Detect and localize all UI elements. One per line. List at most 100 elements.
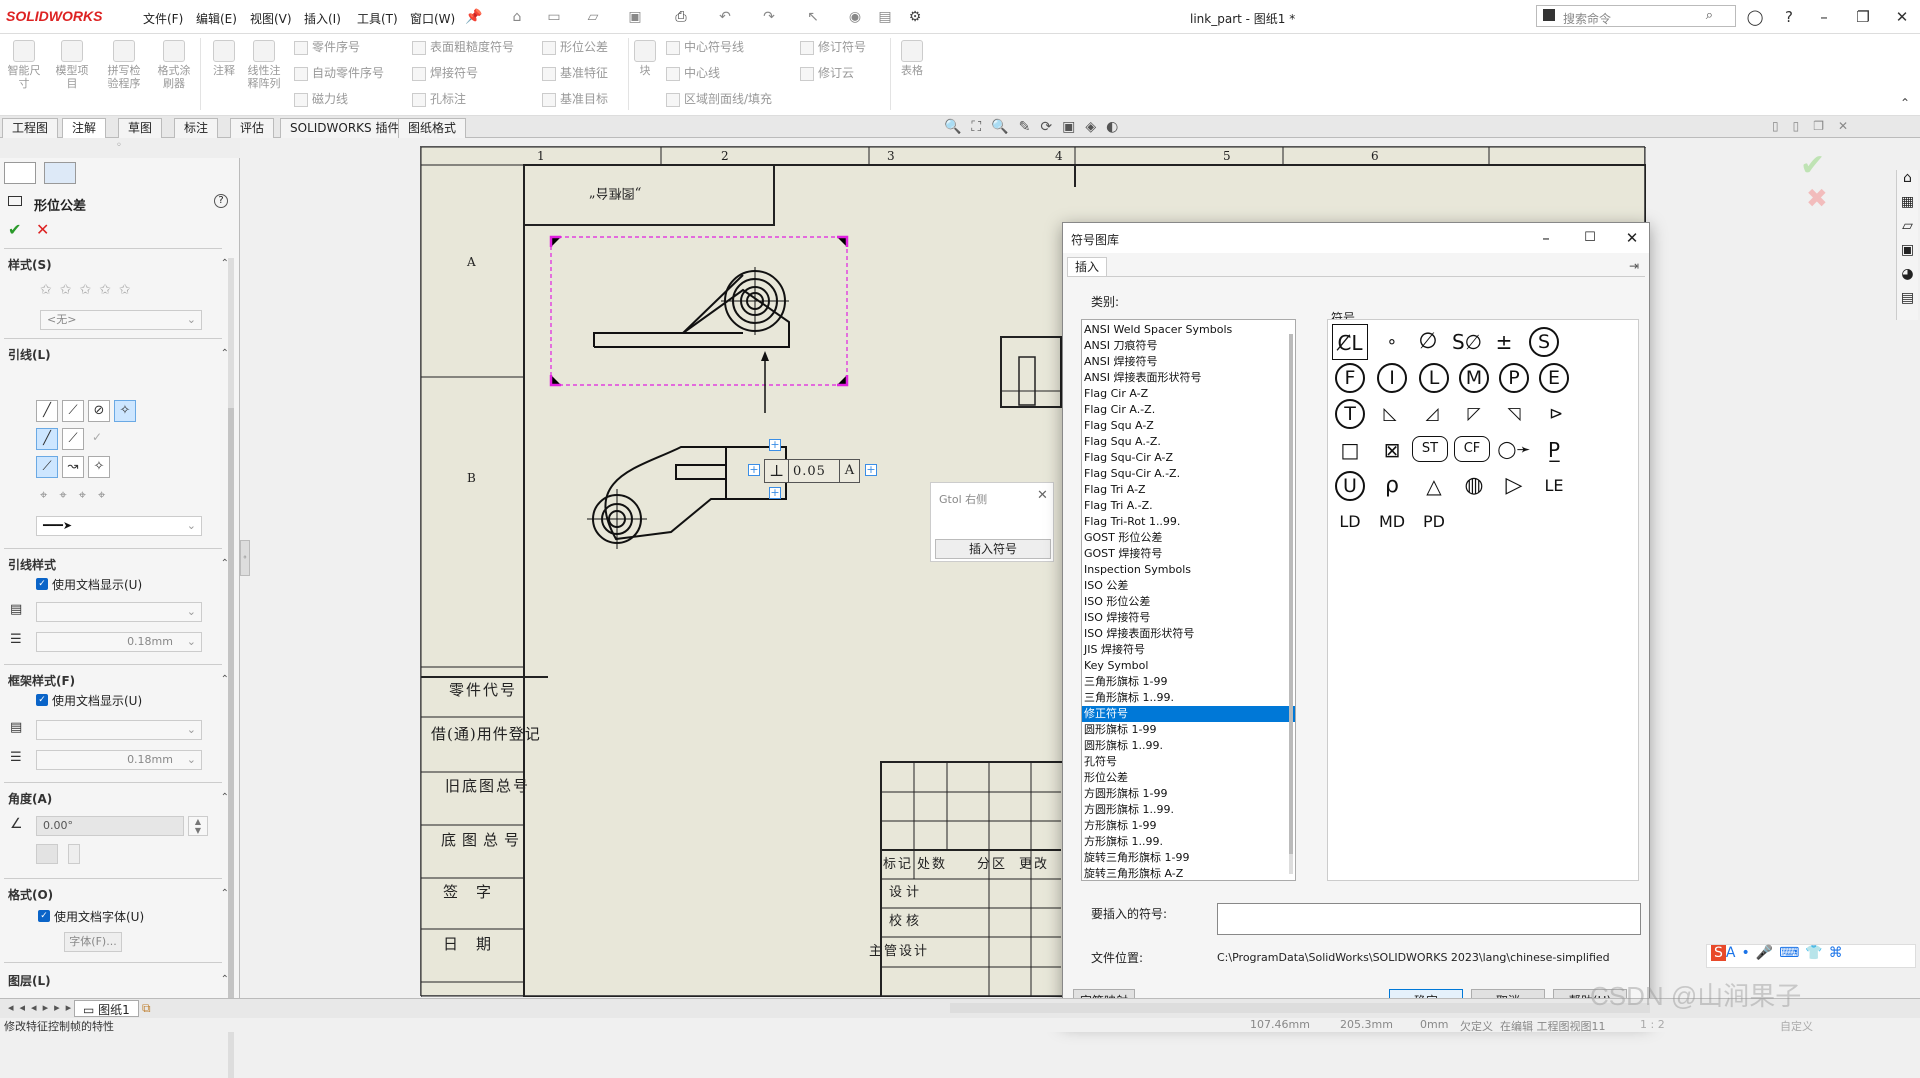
confirm-corner-check-icon[interactable]: ✔ bbox=[1800, 148, 1825, 183]
category-list[interactable]: ANSI Weld Spacer Symbols ANSI 刀痕符号 ANSI 焊接… bbox=[1081, 319, 1296, 881]
tab-drawing[interactable]: 工程图 bbox=[2, 118, 59, 138]
close-icon[interactable]: ✕ bbox=[1892, 7, 1912, 27]
category-list-item[interactable]: 方圆形旗标 1-99 bbox=[1082, 786, 1295, 802]
category-list-item[interactable]: ISO 公差 bbox=[1082, 578, 1295, 594]
panel-grip-icon[interactable]: ◦ bbox=[116, 140, 122, 151]
category-list-item[interactable]: Flag Tri A-Z bbox=[1082, 482, 1295, 498]
category-list-item[interactable]: Key Symbol bbox=[1082, 658, 1295, 674]
file-explorer-icon[interactable]: ▱ bbox=[1897, 218, 1918, 242]
centerline-symbol-icon[interactable]: C̸L bbox=[1332, 324, 1368, 360]
centerline-button[interactable]: 中心线 bbox=[666, 64, 772, 82]
line-thickness-dropdown[interactable]: 0.18mm ⌄ bbox=[36, 632, 202, 652]
leader-left-icon[interactable]: ╱ bbox=[36, 428, 58, 450]
format-painter-button[interactable]: 格式涂刷器 bbox=[154, 40, 194, 90]
category-list-item[interactable]: ISO 焊接符号 bbox=[1082, 610, 1295, 626]
dialog-minimize-icon[interactable]: – bbox=[1533, 227, 1559, 249]
ok-check-icon[interactable]: ✔ bbox=[8, 220, 21, 239]
close-icon[interactable]: ✕ bbox=[1037, 488, 1048, 503]
taper-left-icon[interactable]: ◿ bbox=[1412, 396, 1452, 432]
menu-view[interactable]: 视图(V) bbox=[250, 10, 292, 27]
degree-symbol[interactable]: ∘ bbox=[1374, 324, 1410, 360]
add-frame-bottom-icon[interactable]: + bbox=[769, 487, 781, 499]
circled-i-symbol[interactable]: I bbox=[1374, 360, 1410, 396]
tab-sheet-format[interactable]: 图纸格式 bbox=[398, 118, 467, 138]
geometric-tolerance-button[interactable]: 形位公差 bbox=[542, 38, 608, 56]
category-list-item[interactable]: 方形旗标 1..99. bbox=[1082, 834, 1295, 850]
dialog-close-icon[interactable]: ✕ bbox=[1619, 227, 1645, 249]
diameter-symbol[interactable]: ∅ bbox=[1410, 324, 1446, 360]
conical-taper-icon[interactable]: ⊳ bbox=[1536, 396, 1576, 432]
tab-addins[interactable]: SOLIDWORKS 插件 bbox=[280, 118, 410, 138]
search-icon[interactable]: ⌕ bbox=[1706, 8, 1713, 23]
center-mark-button[interactable]: 中心符号线 bbox=[666, 38, 772, 56]
tab-evaluate[interactable]: 评估 bbox=[230, 118, 275, 138]
rotate-horizontal-icon[interactable] bbox=[36, 844, 58, 864]
weld-symbol-button[interactable]: 焊接符号 bbox=[412, 64, 514, 82]
category-list-item[interactable]: 形位公差 bbox=[1082, 770, 1295, 786]
category-list-item[interactable]: Flag Tri A.-Z. bbox=[1082, 498, 1295, 514]
save-icon[interactable]: ▣ bbox=[626, 8, 644, 26]
gtol-frame[interactable]: ⊥ 0.05 A bbox=[764, 459, 860, 483]
category-list-item[interactable]: 圆形旗标 1..99. bbox=[1082, 738, 1295, 754]
circled-l-symbol[interactable]: L bbox=[1416, 360, 1452, 396]
line-style-dropdown[interactable]: ⌄ bbox=[36, 602, 202, 622]
insert-symbol-button[interactable]: 插入符号 bbox=[935, 539, 1051, 559]
blocks-button[interactable]: 块 bbox=[630, 40, 660, 77]
heads-up-view-toolbar[interactable]: 🔍⛶🔍✎⟳▣◈◐ bbox=[944, 119, 1128, 135]
help-icon[interactable]: ? bbox=[1779, 7, 1799, 27]
leader-auto-icon[interactable]: ✧ bbox=[114, 400, 136, 422]
help-circle-icon[interactable]: ? bbox=[214, 194, 228, 208]
search-input[interactable]: 搜索命令 ⌕ bbox=[1536, 5, 1736, 27]
area-hatch-button[interactable]: 区域剖面线/填充 bbox=[666, 90, 772, 108]
circled-s-symbol[interactable]: S bbox=[1526, 324, 1562, 360]
category-scrollbar[interactable] bbox=[1289, 334, 1293, 874]
rebuild-icon[interactable]: ◉ bbox=[846, 8, 864, 26]
category-list-item[interactable]: ANSI 刀痕符号 bbox=[1082, 338, 1295, 354]
taper-right-icon[interactable]: ◺ bbox=[1370, 396, 1410, 432]
sheet-nav-arrows[interactable]: ◂◂◂▸▸▸ bbox=[8, 1001, 77, 1014]
spell-check-button[interactable]: 拼写检验程序 bbox=[104, 40, 144, 90]
plus-minus-symbol[interactable]: ± bbox=[1486, 324, 1522, 360]
category-list-item[interactable]: 旋转三角形旗标 A-Z bbox=[1082, 866, 1295, 880]
model-items-button[interactable]: 模型项目 bbox=[52, 40, 92, 90]
leader-spline-icon[interactable]: ↝ bbox=[62, 456, 84, 478]
category-list-item[interactable]: GOST 焊接符号 bbox=[1082, 546, 1295, 562]
category-list-item[interactable]: 孔符号 bbox=[1082, 754, 1295, 770]
ime-toolbar[interactable]: S A•🎤⌨👕⌘ bbox=[1706, 944, 1916, 968]
category-list-item[interactable]: Flag Squ-Cir A-Z bbox=[1082, 450, 1295, 466]
category-list-item[interactable]: ANSI Weld Spacer Symbols bbox=[1082, 322, 1295, 338]
category-list-item[interactable]: 圆形旗标 1-99 bbox=[1082, 722, 1295, 738]
hole-callout-button[interactable]: 孔标注 bbox=[412, 90, 514, 108]
confirm-corner-x-icon[interactable]: ✖ bbox=[1806, 184, 1828, 214]
menu-tools[interactable]: 工具(T) bbox=[357, 10, 398, 27]
category-list-item[interactable]: ISO 焊接表面形状符号 bbox=[1082, 626, 1295, 642]
appearances-icon[interactable]: ◕ bbox=[1897, 266, 1918, 290]
select-icon[interactable]: ↖ bbox=[804, 8, 822, 26]
ld-symbol[interactable]: LD bbox=[1332, 504, 1368, 540]
revision-cloud-button[interactable]: 修订云 bbox=[800, 64, 866, 82]
property-manager-tab[interactable] bbox=[44, 162, 76, 184]
datum-target-button[interactable]: 基准目标 bbox=[542, 90, 608, 108]
angle-section-header[interactable]: 角度(A) bbox=[8, 790, 52, 807]
tab-insert[interactable]: 插入 bbox=[1067, 257, 1107, 277]
tab-sketch[interactable]: 草图 bbox=[118, 118, 163, 138]
smart-dimension-button[interactable]: 智能尺寸 bbox=[4, 40, 44, 90]
category-list-item[interactable]: Flag Squ A.-Z. bbox=[1082, 434, 1295, 450]
viewport-controls[interactable]: ▯▯❐✕ bbox=[1772, 119, 1862, 133]
undo-icon[interactable]: ↶ bbox=[716, 8, 734, 26]
category-list-item[interactable]: GOST 形位公差 bbox=[1082, 530, 1295, 546]
category-list-item[interactable]: 三角形旗标 1..99. bbox=[1082, 690, 1295, 706]
leader-attachment-tools[interactable]: ⌖⌖⌖⌖ bbox=[40, 488, 117, 503]
tables-button[interactable]: 表格 bbox=[892, 40, 932, 77]
frame-style-section-header[interactable]: 框架样式(F) bbox=[8, 672, 75, 689]
custom-properties-icon[interactable]: ▤ bbox=[1897, 290, 1918, 314]
home-icon[interactable]: ⌂ bbox=[1897, 170, 1918, 194]
spherical-diameter-symbol[interactable]: S∅ bbox=[1444, 324, 1490, 360]
menu-insert[interactable]: 插入(I) bbox=[304, 10, 341, 27]
use-doc-display-checkbox[interactable]: ✓ bbox=[36, 578, 48, 590]
pin-icon[interactable]: 📌 bbox=[465, 8, 483, 26]
leader-section-header[interactable]: 引线(L) bbox=[8, 346, 51, 363]
options-gear-icon[interactable]: ⚙ bbox=[906, 8, 924, 26]
sheet-tab-1[interactable]: ▭ 图纸1 bbox=[74, 1000, 139, 1017]
revision-symbol-button[interactable]: 修订符号 bbox=[800, 38, 866, 56]
